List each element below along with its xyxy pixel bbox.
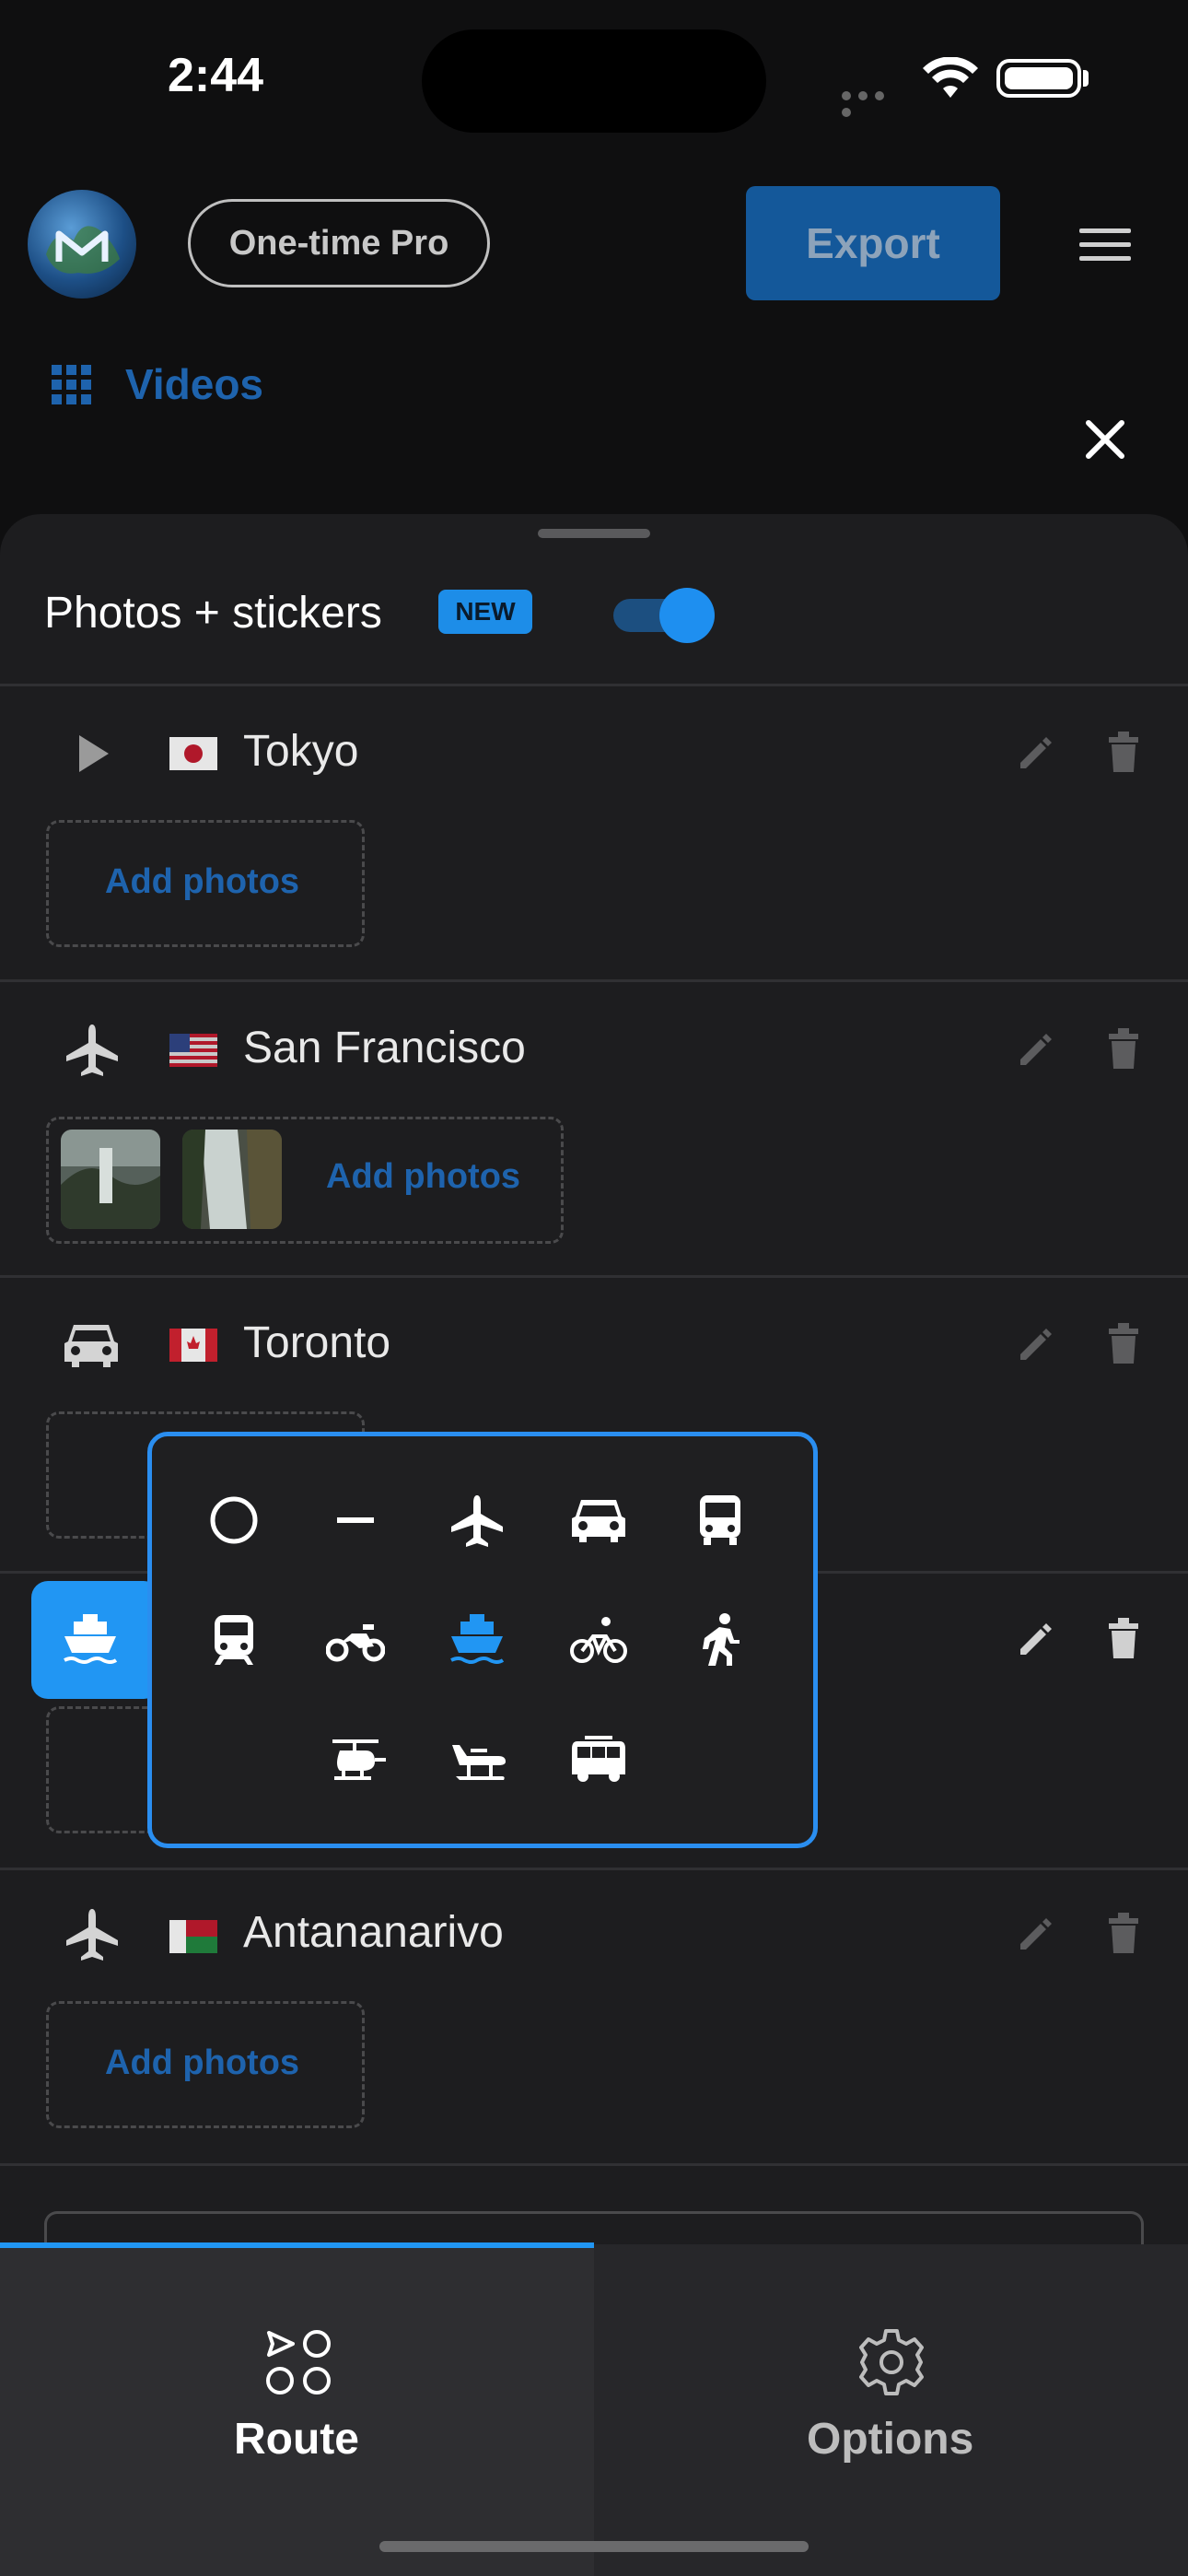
divider	[0, 1868, 1188, 1870]
hamburger-menu-icon[interactable]	[1079, 228, 1131, 262]
divider	[0, 979, 1188, 982]
photo-thumbnail[interactable]	[182, 1130, 282, 1229]
battery-icon	[996, 59, 1081, 98]
play-icon[interactable]	[76, 733, 112, 779]
japan-flag-icon	[169, 737, 217, 770]
active-tab-indicator	[0, 2242, 594, 2248]
gear-icon[interactable]	[856, 2327, 926, 2402]
airplane-icon[interactable]	[64, 1907, 120, 1965]
route-icon[interactable]	[263, 2327, 333, 2402]
boat-icon[interactable]	[445, 1608, 509, 1672]
walking-icon[interactable]	[688, 1608, 752, 1672]
sheet-grabber[interactable]	[538, 529, 650, 538]
trash-icon[interactable]	[1105, 1911, 1142, 1960]
trash-icon[interactable]	[1105, 1026, 1142, 1075]
edit-pencil-icon[interactable]	[1015, 1028, 1057, 1075]
edit-pencil-icon[interactable]	[1015, 1913, 1057, 1960]
motorcycle-icon[interactable]	[323, 1608, 388, 1672]
seaplane-icon[interactable]	[445, 1727, 509, 1792]
edit-pencil-icon[interactable]	[1015, 1618, 1057, 1665]
one-time-pro-button[interactable]: One-time Pro	[188, 199, 490, 287]
photo-thumbnail[interactable]	[61, 1130, 160, 1229]
city-name[interactable]: Tokyo	[243, 726, 358, 777]
transport-picker	[147, 1432, 818, 1848]
car-icon[interactable]	[566, 1488, 631, 1552]
madagascar-flag-icon	[169, 1920, 217, 1953]
videos-link[interactable]: Videos	[125, 359, 263, 409]
airplane-icon[interactable]	[64, 1023, 120, 1081]
edit-pencil-icon[interactable]	[1015, 1323, 1057, 1370]
add-photos-label[interactable]: Add photos	[105, 2043, 299, 2083]
app-logo-globe[interactable]	[28, 190, 136, 299]
line-icon[interactable]	[323, 1488, 388, 1552]
car-icon[interactable]	[63, 1321, 120, 1374]
close-icon[interactable]	[1083, 411, 1127, 474]
tab-route[interactable]	[0, 2244, 594, 2576]
divider	[0, 1275, 1188, 1278]
trash-icon[interactable]	[1105, 1321, 1142, 1370]
dynamic-island	[422, 29, 766, 133]
wifi-icon	[921, 56, 980, 106]
city-name[interactable]: San Francisco	[243, 1023, 526, 1073]
none-circle-icon[interactable]	[202, 1488, 266, 1552]
van-icon[interactable]	[566, 1727, 631, 1792]
helicopter-icon[interactable]	[323, 1727, 388, 1792]
grid-icon[interactable]	[52, 365, 92, 410]
airplane-icon[interactable]	[445, 1488, 509, 1552]
add-photos-label[interactable]: Add photos	[326, 1157, 520, 1197]
home-indicator	[379, 2541, 809, 2552]
train-icon[interactable]	[202, 1608, 266, 1672]
divider	[0, 684, 1188, 686]
bicycle-icon[interactable]	[566, 1608, 631, 1672]
export-button[interactable]: Export	[746, 186, 1000, 300]
boat-icon[interactable]	[61, 1610, 120, 1674]
signal-dots-icon	[842, 88, 906, 117]
add-photos-label[interactable]: Add photos	[105, 862, 299, 902]
battery-tip	[1083, 70, 1089, 87]
tab-options-label[interactable]: Options	[807, 2414, 973, 2465]
canada-flag-icon	[169, 1329, 217, 1362]
city-name[interactable]: Toronto	[243, 1317, 390, 1368]
photos-stickers-label: Photos + stickers	[44, 589, 382, 638]
new-badge: NEW	[438, 590, 532, 634]
edit-pencil-icon[interactable]	[1015, 732, 1057, 779]
bus-icon[interactable]	[688, 1488, 752, 1552]
city-name[interactable]: Antananarivo	[243, 1907, 504, 1958]
photos-stickers-toggle[interactable]	[613, 586, 715, 643]
status-time: 2:44	[168, 49, 264, 102]
trash-icon[interactable]	[1105, 1616, 1142, 1665]
divider	[0, 2163, 1188, 2166]
usa-flag-icon	[169, 1034, 217, 1067]
tab-route-label[interactable]: Route	[234, 2414, 359, 2465]
trash-icon[interactable]	[1105, 730, 1142, 779]
